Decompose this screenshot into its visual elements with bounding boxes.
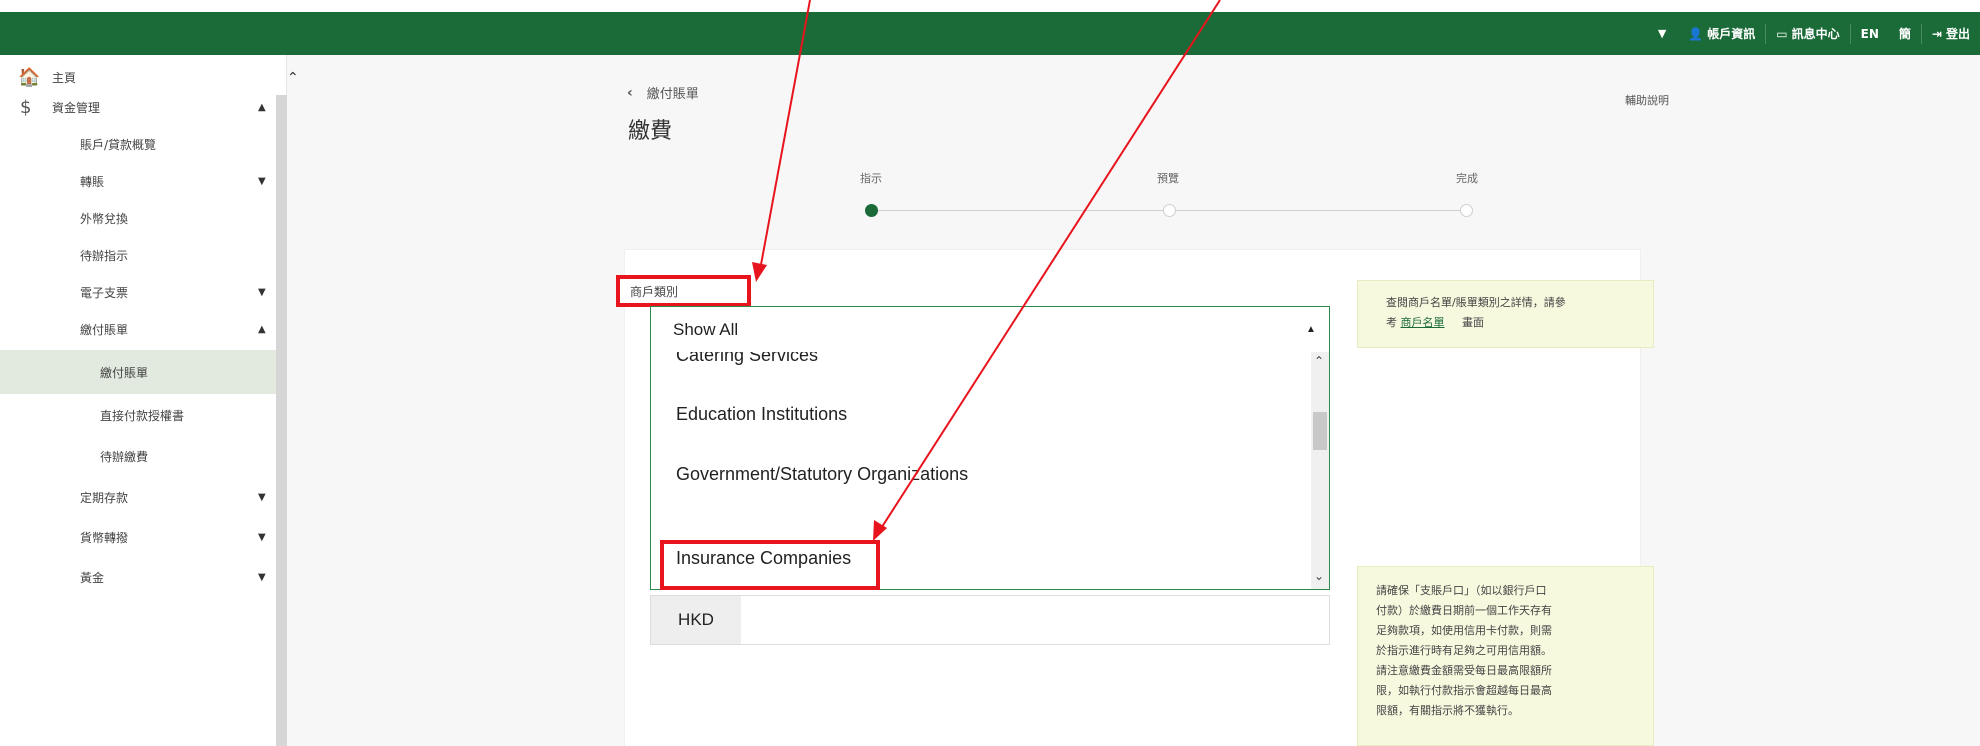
dropdown-scrollbar[interactable]: ⌃ ⌄	[1311, 352, 1329, 589]
step-dot	[1163, 204, 1176, 217]
step-dot	[1460, 204, 1473, 217]
sidebar-item-label: 主頁	[52, 70, 77, 85]
notice-line: 付款）於繳費日期前一個工作天存有	[1376, 604, 1552, 617]
amount-field[interactable]: HKD	[650, 595, 1330, 645]
payment-notice: 請確保「支賬戶口」（如以銀行戶口 付款）於繳費日期前一個工作天存有 足夠款項，如…	[1357, 566, 1654, 746]
chevron-up-icon: ▲	[1306, 324, 1316, 335]
sidebar-item-label: 繳付賬單	[80, 322, 129, 337]
sidebar-scrollbar[interactable]	[276, 95, 287, 746]
chevron-left-icon: ‹	[627, 84, 633, 101]
lang-sc-link[interactable]: 簡	[1889, 12, 1921, 55]
account-info-label: 帳戶資訊	[1707, 27, 1756, 41]
sidebar-item-label: 轉賬	[80, 174, 105, 189]
sidebar-item-label: 繳付賬單	[100, 365, 149, 380]
sidebar-item-gold[interactable]: 黃金 ▼	[0, 555, 276, 599]
step-label-complete: 完成	[1456, 172, 1478, 185]
note-text: 畫面	[1462, 316, 1484, 329]
sidebar-item-pending-bills[interactable]: 待辦繳費	[0, 434, 276, 478]
back-link-label: 繳付賬單	[646, 87, 699, 102]
merchant-category-label: 商戶類別	[616, 275, 751, 307]
back-link[interactable]: ‹ 繳付賬單	[627, 83, 699, 103]
annotation-highlight-box	[660, 540, 880, 590]
page-title: 繳費	[628, 119, 673, 144]
chevron-down-icon: ▼	[258, 175, 266, 187]
step-label-preview: 預覽	[1157, 172, 1179, 185]
sidebar-item-currency-transfer[interactable]: 貨幣轉撥 ▼	[0, 515, 276, 559]
chevron-up-icon: ▲	[258, 101, 266, 113]
dropdown-selected-value: Show All	[673, 319, 739, 339]
dropdown-caret-icon[interactable]: ▼	[1646, 27, 1678, 40]
notice-line: 限額，有關指示將不獲執行。	[1376, 704, 1519, 717]
note-line: 查閱商戶名單/賬單類別之詳情，請參	[1386, 296, 1566, 309]
user-icon: 👤	[1688, 26, 1704, 41]
notice-line: 請注意繳費金額需受每日最高限額所	[1376, 664, 1552, 677]
message-center-link[interactable]: ▭ 訊息中心	[1766, 12, 1849, 55]
message-center-label: 訊息中心	[1791, 27, 1840, 41]
sidebar-item-label: 定期存款	[80, 490, 129, 505]
sidebar-item-label: 外幣兌換	[80, 211, 129, 226]
sidebar-item-time-deposit[interactable]: 定期存款 ▼	[0, 475, 276, 519]
progress-steps: 指示 預覽 完成	[860, 170, 1480, 230]
scroll-thumb[interactable]	[1313, 412, 1327, 450]
dropdown-option[interactable]: Education Institutions	[676, 404, 847, 425]
help-link[interactable]: 輔助說明	[1625, 92, 1669, 108]
note-text: 考	[1386, 316, 1397, 329]
sidebar-collapse-icon[interactable]: ⌃	[287, 70, 299, 86]
notice-line: 請確保「支賬戶口」（如以銀行戶口	[1376, 584, 1547, 597]
sidebar-item-label: 賬戶/貸款概覽	[80, 137, 157, 152]
sidebar-item-direct-debit[interactable]: 直接付款授權書	[0, 393, 276, 437]
message-icon: ▭	[1776, 26, 1788, 41]
notice-line: 於指示進行時有足夠之可用信用額。	[1376, 644, 1552, 657]
scroll-up-icon[interactable]: ⌃	[1314, 354, 1324, 368]
chevron-down-icon: ▼	[258, 531, 266, 543]
lang-sc-label: 簡	[1898, 27, 1911, 41]
sidebar-item-label: 電子支票	[80, 285, 129, 300]
sidebar-item-label: 待辦指示	[80, 248, 129, 263]
dropdown-option[interactable]: Catering Services	[676, 352, 818, 366]
sidebar-item-label: 貨幣轉撥	[80, 530, 129, 545]
merchant-list-link[interactable]: 商戶名單	[1401, 316, 1445, 329]
account-info-link[interactable]: 👤 帳戶資訊	[1678, 12, 1765, 55]
sidebar-item-label: 直接付款授權書	[100, 408, 185, 423]
note-line: 考 商戶名單 畫面	[1386, 313, 1639, 333]
lang-en-label: EN	[1860, 26, 1879, 41]
dropdown-option[interactable]: Government/Statutory Organizations	[676, 464, 968, 485]
sidebar: 🏠 主頁 $ 資金管理 ▲ 賬戶/貸款概覽 轉賬 ▼ 外幣兌換 待辦指示 電子支…	[0, 55, 287, 746]
sidebar-item-label: 黃金	[80, 570, 105, 585]
sidebar-item-label: 資金管理	[52, 100, 101, 115]
top-links: ▼ 👤 帳戶資訊 ▭ 訊息中心 EN 簡 ⇥ 登出	[1646, 12, 1980, 55]
chevron-down-icon: ▼	[258, 571, 266, 583]
sidebar-item-label: 待辦繳費	[100, 449, 149, 464]
logout-link[interactable]: ⇥ 登出	[1922, 12, 1980, 55]
dropdown-selected[interactable]: Show All ▲	[651, 307, 1329, 352]
chevron-down-icon: ▼	[258, 491, 266, 503]
step-label-instruct: 指示	[860, 172, 882, 185]
currency-tag: HKD	[651, 596, 741, 644]
notice-line: 限，如執行付款指示會超越每日最高	[1376, 684, 1552, 697]
sidebar-item-bill-payment-sub[interactable]: 繳付賬單	[0, 350, 276, 394]
scroll-down-icon[interactable]: ⌄	[1314, 569, 1324, 583]
logout-icon: ⇥	[1931, 26, 1942, 41]
lang-en-link[interactable]: EN	[1851, 12, 1889, 55]
merchant-info-note: 查閱商戶名單/賬單類別之詳情，請參 考 商戶名單 畫面	[1357, 280, 1654, 348]
notice-line: 足夠款項，如使用信用卡付款，則需	[1376, 624, 1552, 637]
step-dot-active	[865, 204, 878, 217]
sidebar-item-bill-payment[interactable]: 繳付賬單 ▲	[0, 307, 276, 351]
dollar-icon: $	[20, 96, 32, 118]
chevron-down-icon: ▼	[258, 286, 266, 298]
top-bar: ▼ 👤 帳戶資訊 ▭ 訊息中心 EN 簡 ⇥ 登出	[0, 0, 1980, 55]
logout-label: 登出	[1945, 27, 1970, 41]
chevron-up-icon: ▲	[258, 323, 266, 335]
